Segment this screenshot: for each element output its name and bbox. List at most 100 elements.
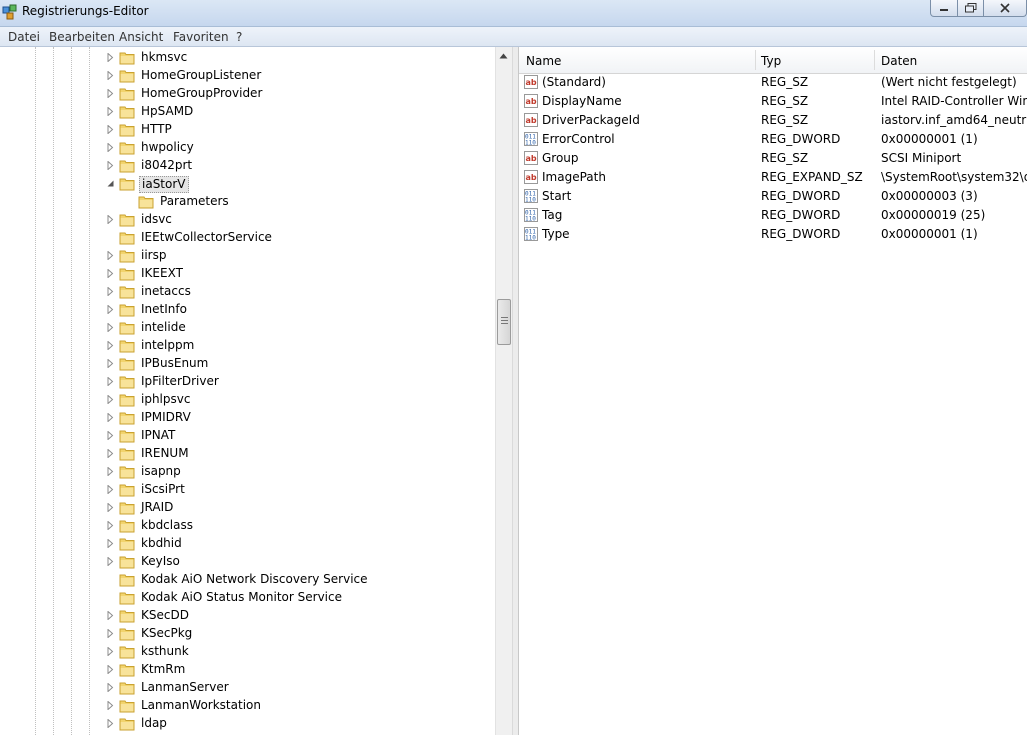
close-button[interactable] (983, 0, 1027, 17)
expand-arrow-icon[interactable] (106, 701, 115, 710)
expand-arrow-icon[interactable] (106, 611, 115, 620)
value-row[interactable]: ab DriverPackageId REG_SZ iastorv.inf_amd64… (519, 111, 1027, 130)
tree-node[interactable]: i8042prt (0, 157, 495, 175)
column-name[interactable]: Name (526, 54, 561, 68)
maximize-button[interactable] (957, 0, 984, 17)
expand-arrow-icon[interactable] (106, 647, 115, 656)
expand-arrow-icon[interactable] (106, 413, 115, 422)
column-type[interactable]: Typ (761, 54, 781, 68)
tree-node[interactable]: HpSAMD (0, 103, 495, 121)
tree-node[interactable]: IRENUM (0, 445, 495, 463)
tree-node[interactable]: KSecPkg (0, 625, 495, 643)
expand-arrow-icon[interactable] (106, 323, 115, 332)
expand-arrow-icon[interactable] (106, 287, 115, 296)
tree-node[interactable]: iaStorV (0, 175, 495, 193)
tree-node[interactable]: iirsp (0, 247, 495, 265)
expand-arrow-icon[interactable] (106, 269, 115, 278)
expand-arrow-icon[interactable] (106, 521, 115, 530)
expand-arrow-icon[interactable] (106, 143, 115, 152)
tree-node[interactable]: hkmsvc (0, 49, 495, 67)
tree-node[interactable]: IKEEXT (0, 265, 495, 283)
expand-arrow-icon[interactable] (106, 359, 115, 368)
column-data[interactable]: Daten (881, 54, 917, 68)
expand-arrow-icon[interactable] (106, 395, 115, 404)
tree-node[interactable]: HTTP (0, 121, 495, 139)
tree-node[interactable]: KeyIso (0, 553, 495, 571)
expand-arrow-icon[interactable] (106, 215, 115, 224)
expand-arrow-icon[interactable] (106, 683, 115, 692)
tree-node[interactable]: idsvc (0, 211, 495, 229)
expand-arrow-icon[interactable] (106, 431, 115, 440)
value-row[interactable]: 011 110 ErrorControl REG_DWORD 0x00000001 (1… (519, 130, 1027, 149)
scroll-up-icon[interactable] (499, 53, 508, 59)
tree-node[interactable]: IEEtwCollectorService (0, 229, 495, 247)
value-row[interactable]: ab (Standard) REG_SZ (Wert nicht festgelegt… (519, 73, 1027, 92)
tree-node[interactable]: HomeGroupProvider (0, 85, 495, 103)
tree-node[interactable]: IpFilterDriver (0, 373, 495, 391)
menu-help[interactable]: ? (236, 30, 242, 44)
expand-arrow-icon[interactable] (106, 719, 115, 728)
expand-arrow-icon[interactable] (106, 377, 115, 386)
expand-arrow-icon[interactable] (106, 161, 115, 170)
expand-arrow-icon[interactable] (106, 71, 115, 80)
expand-arrow-icon[interactable] (106, 467, 115, 476)
menu-ansicht[interactable]: Ansicht (119, 30, 163, 44)
value-row[interactable]: 011 110 Start REG_DWORD 0x00000003 (3) (519, 187, 1027, 206)
tree-scrollbar[interactable] (495, 47, 512, 735)
expand-arrow-icon[interactable] (106, 89, 115, 98)
tree-node[interactable]: iphlpsvc (0, 391, 495, 409)
tree-node[interactable]: IPMIDRV (0, 409, 495, 427)
tree-node[interactable]: IPNAT (0, 427, 495, 445)
tree-node[interactable]: ksthunk (0, 643, 495, 661)
value-row[interactable]: ab ImagePath REG_EXPAND_SZ \SystemRoot\syst… (519, 168, 1027, 187)
tree-node[interactable]: HomeGroupListener (0, 67, 495, 85)
collapse-arrow-icon[interactable] (106, 179, 115, 188)
tree-node[interactable]: Kodak AiO Status Monitor Service (0, 589, 495, 607)
tree-node[interactable]: kbdhid (0, 535, 495, 553)
tree-node[interactable]: inetaccs (0, 283, 495, 301)
tree-node[interactable]: intelppm (0, 337, 495, 355)
expand-arrow-icon[interactable] (106, 485, 115, 494)
pane-splitter[interactable] (512, 47, 519, 735)
expand-arrow-icon[interactable] (106, 305, 115, 314)
column-divider[interactable] (755, 50, 756, 70)
tree-node[interactable]: InetInfo (0, 301, 495, 319)
expand-arrow-icon[interactable] (106, 539, 115, 548)
tree-node[interactable]: intelide (0, 319, 495, 337)
scroll-thumb[interactable] (497, 299, 511, 345)
tree-node[interactable]: Parameters (0, 193, 495, 211)
value-row[interactable]: 011 110 Type REG_DWORD 0x00000001 (1) (519, 225, 1027, 244)
tree-node[interactable]: IPBusEnum (0, 355, 495, 373)
expand-arrow-icon[interactable] (106, 251, 115, 260)
expand-arrow-icon[interactable] (106, 665, 115, 674)
expand-arrow-icon[interactable] (106, 107, 115, 116)
tree-node[interactable]: KtmRm (0, 661, 495, 679)
tree-node[interactable]: kbdclass (0, 517, 495, 535)
tree-node[interactable]: LanmanWorkstation (0, 697, 495, 715)
value-row[interactable]: ab Group REG_SZ SCSI Miniport (519, 149, 1027, 168)
minimize-button[interactable] (930, 0, 958, 17)
expand-arrow-icon[interactable] (106, 503, 115, 512)
title-bar[interactable]: Registrierungs-Editor (0, 0, 1027, 27)
tree-node[interactable]: ldap (0, 715, 495, 733)
menu-bearbeiten[interactable]: Bearbeiten (49, 30, 115, 44)
tree-node[interactable]: hwpolicy (0, 139, 495, 157)
value-row[interactable]: 011 110 Tag REG_DWORD 0x00000019 (25) (519, 206, 1027, 225)
value-row[interactable]: ab DisplayName REG_SZ Intel RAID-Controller… (519, 92, 1027, 111)
expand-arrow-icon[interactable] (106, 125, 115, 134)
tree-node[interactable]: KSecDD (0, 607, 495, 625)
tree-node[interactable]: iScsiPrt (0, 481, 495, 499)
tree-node[interactable]: isapnp (0, 463, 495, 481)
column-divider[interactable] (874, 50, 875, 70)
tree-node[interactable]: JRAID (0, 499, 495, 517)
expand-arrow-icon[interactable] (106, 341, 115, 350)
menu-datei[interactable]: Datei (8, 30, 40, 44)
tree-node[interactable]: Kodak AiO Network Discovery Service (0, 571, 495, 589)
expand-arrow-icon[interactable] (106, 557, 115, 566)
expand-arrow-icon[interactable] (106, 53, 115, 62)
tree-node[interactable]: LanmanServer (0, 679, 495, 697)
expand-arrow-icon[interactable] (106, 449, 115, 458)
value-type: REG_DWORD (761, 227, 841, 241)
expand-arrow-icon[interactable] (106, 629, 115, 638)
menu-favoriten[interactable]: Favoriten (173, 30, 229, 44)
